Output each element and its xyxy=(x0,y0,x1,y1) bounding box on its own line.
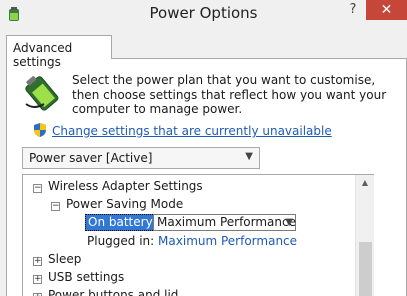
close-button[interactable]: ✕ xyxy=(366,0,407,20)
tree-item-label: Wireless Adapter Settings xyxy=(48,179,203,193)
tree-item-label: USB settings xyxy=(48,270,125,284)
help-button[interactable]: ? xyxy=(345,0,361,20)
collapse-icon[interactable]: − xyxy=(33,184,42,193)
tree-item-on-battery[interactable]: On battery: Maximum Performance ▼ xyxy=(85,213,373,231)
tab-advanced-settings[interactable]: Advanced settings xyxy=(6,35,112,69)
title-bar: Power Options ? ✕ xyxy=(0,0,407,30)
tree-item-usb-settings[interactable]: + USB settings xyxy=(33,268,124,286)
scroll-thumb[interactable] xyxy=(359,242,372,296)
battery-icon xyxy=(25,76,59,111)
collapse-icon[interactable]: − xyxy=(51,202,60,211)
tree-item-sleep[interactable]: + Sleep xyxy=(33,250,81,268)
plugged-in-value[interactable]: Maximum Performance xyxy=(158,234,297,248)
chevron-down-icon: ▼ xyxy=(285,217,293,228)
expand-icon[interactable]: + xyxy=(33,257,42,266)
tree-item-wireless-adapter[interactable]: − Wireless Adapter Settings xyxy=(33,177,203,195)
on-battery-select[interactable]: Maximum Performance ▼ xyxy=(153,214,296,231)
power-plan-select[interactable]: Power saver [Active] ▼ xyxy=(22,147,260,169)
shield-icon xyxy=(34,123,46,137)
tree-scrollbar[interactable]: ▲ xyxy=(355,175,374,296)
on-battery-label: On battery: xyxy=(85,214,159,231)
plugged-in-label: Plugged in: xyxy=(87,234,155,248)
scroll-up-arrow-icon[interactable]: ▲ xyxy=(356,175,374,191)
tree-item-label: Sleep xyxy=(48,252,82,266)
tree-item-plugged-in[interactable]: Plugged in: Maximum Performance xyxy=(87,232,297,250)
power-plan-value: Power saver [Active] xyxy=(29,151,153,165)
tree-item-label: Power Saving Mode xyxy=(66,197,184,211)
tree-item-power-saving-mode[interactable]: − Power Saving Mode xyxy=(51,195,183,213)
on-battery-value: Maximum Performance xyxy=(157,215,296,229)
change-settings-link[interactable]: Change settings that are currently unava… xyxy=(52,124,332,138)
chevron-down-icon: ▼ xyxy=(245,151,253,162)
intro-description: Select the power plan that you want to c… xyxy=(72,73,387,116)
expand-icon[interactable]: + xyxy=(33,275,42,284)
tree-item-power-buttons[interactable]: +Power buttons and lid xyxy=(33,286,178,296)
settings-tree: − Wireless Adapter Settings − Power Saving… xyxy=(22,174,374,296)
tree-item-label: Power buttons and lid xyxy=(48,288,179,296)
